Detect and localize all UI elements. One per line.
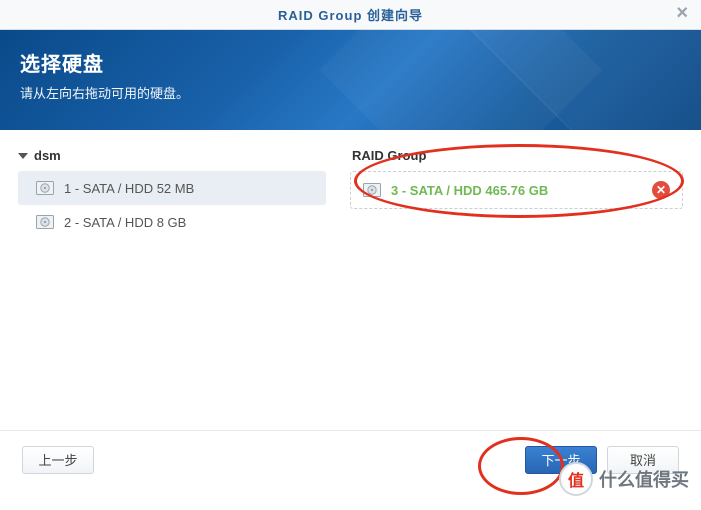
remove-disk-button[interactable]: ✕ <box>652 181 670 199</box>
raid-panel-title: RAID Group <box>352 148 683 163</box>
raid-disk-label: 3 - SATA / HDD 465.76 GB <box>391 183 652 198</box>
wizard-banner: 选择硬盘 请从左向右拖动可用的硬盘。 <box>0 30 701 130</box>
raid-disk-row[interactable]: 3 - SATA / HDD 465.76 GB ✕ <box>357 176 676 204</box>
prev-button[interactable]: 上一步 <box>22 446 94 474</box>
raid-group-panel: RAID Group 3 - SATA / HDD 465.76 GB ✕ <box>340 130 701 430</box>
watermark: 值 什么值得买 <box>559 462 689 496</box>
wizard-body: dsm 1 - SATA / HDD 52 MB 2 - SATA / HDD … <box>0 130 701 430</box>
hdd-icon <box>36 181 54 195</box>
watermark-text: 什么值得买 <box>599 466 689 492</box>
window-title: RAID Group 创建向导 <box>278 5 423 24</box>
banner-heading: 选择硬盘 <box>20 48 681 77</box>
disk-label: 2 - SATA / HDD 8 GB <box>64 215 186 230</box>
available-disk-row[interactable]: 2 - SATA / HDD 8 GB <box>18 205 326 239</box>
close-icon[interactable]: × <box>676 3 689 23</box>
hdd-icon <box>36 215 54 229</box>
chevron-down-icon <box>18 153 28 159</box>
tree-node-dsm[interactable]: dsm <box>18 148 326 163</box>
tree-label-text: dsm <box>34 148 61 163</box>
banner-subtext: 请从左向右拖动可用的硬盘。 <box>20 83 681 102</box>
available-disks-panel: dsm 1 - SATA / HDD 52 MB 2 - SATA / HDD … <box>0 130 340 430</box>
watermark-badge-icon: 值 <box>559 462 593 496</box>
available-disk-row[interactable]: 1 - SATA / HDD 52 MB <box>18 171 326 205</box>
disk-label: 1 - SATA / HDD 52 MB <box>64 181 194 196</box>
title-bar: RAID Group 创建向导 × <box>0 0 701 30</box>
hdd-icon <box>363 183 381 197</box>
raid-drop-area[interactable]: 3 - SATA / HDD 465.76 GB ✕ <box>350 171 683 209</box>
